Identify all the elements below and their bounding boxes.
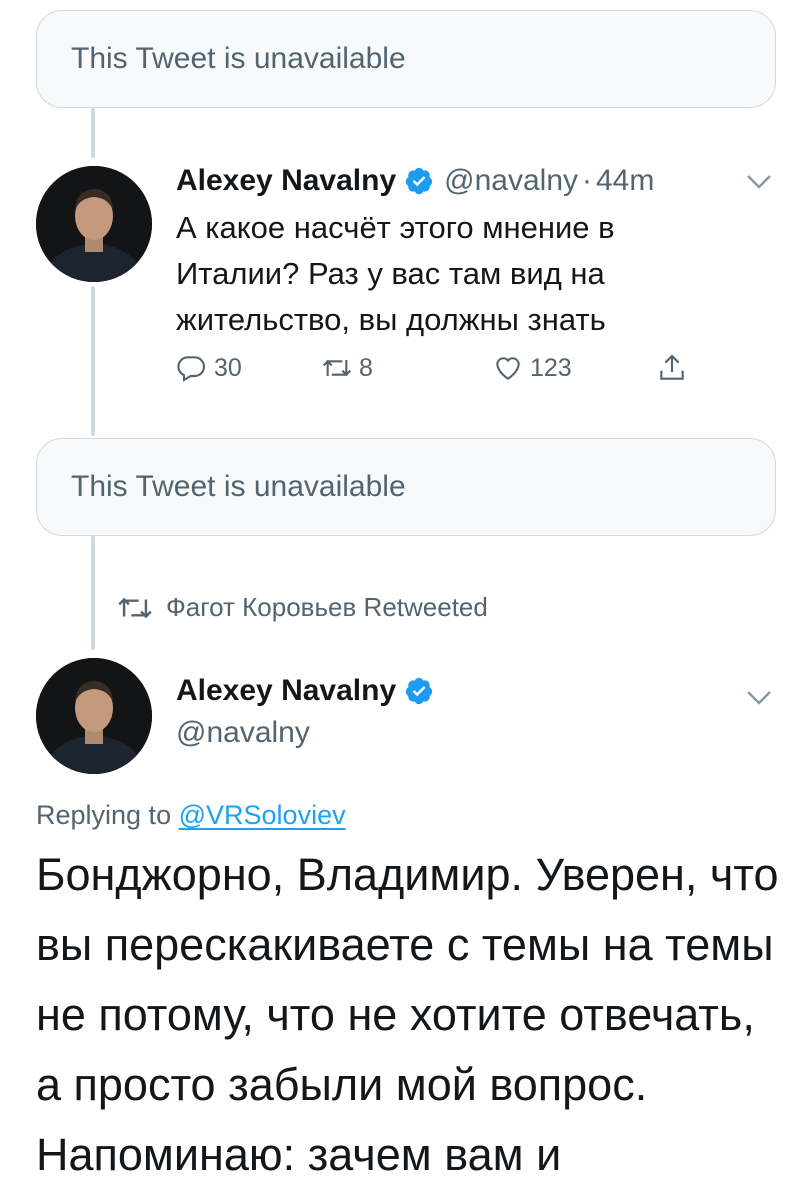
unavailable-tweet-label: This Tweet is unavailable: [71, 42, 406, 75]
verified-badge-icon: [406, 167, 433, 195]
tweet-actions: 30 8 123: [176, 352, 706, 392]
chevron-down-icon[interactable]: [744, 172, 774, 192]
author-name[interactable]: Alexey Navalny: [176, 674, 396, 708]
share-button[interactable]: [656, 352, 694, 384]
chevron-down-icon[interactable]: [744, 688, 774, 708]
reply-button[interactable]: 30: [176, 352, 242, 384]
like-icon: [496, 357, 520, 380]
unavailable-tweet-card: This Tweet is unavailable: [36, 10, 776, 108]
replying-to-line: Replying to @VRSoloviev: [36, 800, 346, 831]
unavailable-tweet-card: This Tweet is unavailable: [36, 438, 776, 536]
share-icon: [660, 354, 684, 380]
thread-connector-line: [91, 108, 95, 158]
retweet-count: 8: [359, 353, 373, 382]
retweet-button[interactable]: 8: [321, 352, 373, 384]
dot-separator: ·: [582, 164, 592, 197]
verified-badge-icon: [406, 677, 433, 705]
author-handle[interactable]: @navalny: [444, 164, 578, 198]
like-button[interactable]: 123: [492, 352, 572, 384]
author-handle[interactable]: @navalny: [176, 716, 310, 750]
tweet-header: Alexey Navalny @navalny · 44m: [176, 160, 654, 202]
thread-connector-line: [91, 536, 95, 650]
tweet-text: Бонджорно, Владимир. Уверен, что вы пере…: [36, 849, 779, 1180]
like-count: 123: [530, 353, 572, 382]
thread-connector-line: [91, 286, 95, 436]
author-name[interactable]: Alexey Navalny: [176, 164, 396, 198]
reply-count: 30: [214, 353, 242, 382]
retweet-icon: [118, 597, 152, 618]
tweet-time[interactable]: 44m: [596, 164, 654, 198]
unavailable-tweet-label: This Tweet is unavailable: [71, 470, 406, 503]
retweeted-by-label: Фагот Коровьев Retweeted: [166, 592, 488, 622]
avatar[interactable]: [36, 658, 152, 774]
tweet-header: Alexey Navalny: [176, 670, 444, 712]
retweeted-by-row[interactable]: Фагот Коровьев Retweeted: [118, 592, 488, 623]
avatar[interactable]: [36, 166, 152, 282]
tweet-text: А какое насчёт этого мнение в Италии? Ра…: [176, 210, 615, 337]
retweet-icon: [322, 359, 352, 377]
replying-to-link[interactable]: @VRSoloviev: [179, 800, 346, 830]
reply-icon: [177, 356, 206, 382]
replying-to-prefix: Replying to: [36, 800, 172, 830]
